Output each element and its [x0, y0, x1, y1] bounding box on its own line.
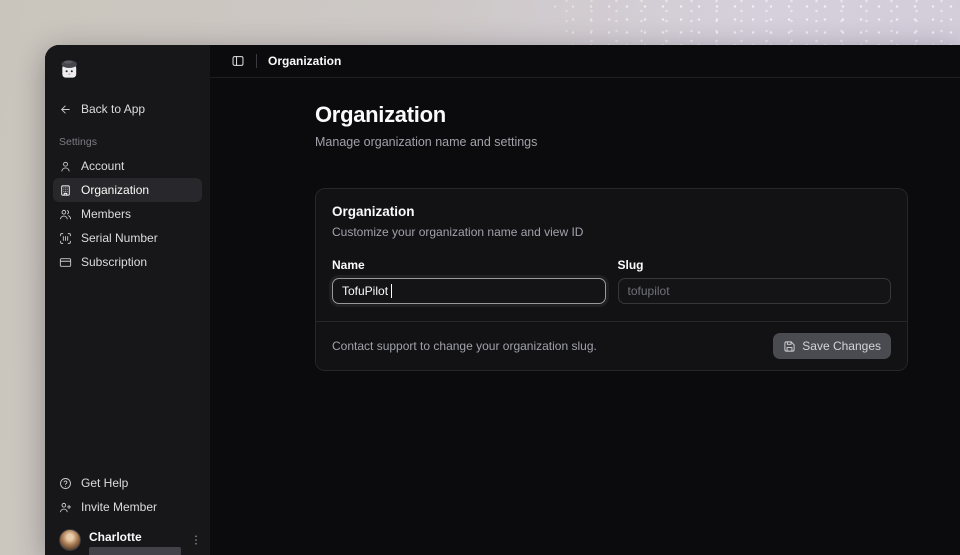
user-plus-icon: [60, 502, 72, 512]
page-title: Organization: [315, 102, 446, 127]
name-label: Name: [332, 258, 365, 272]
arrow-left-icon: [61, 105, 70, 113]
page-content: Organization Manage organization name an…: [210, 78, 960, 371]
organization-card: Organization Customize your organization…: [315, 188, 908, 371]
slug-label: Slug: [617, 258, 644, 272]
sidebar-item-organization[interactable]: Organization: [53, 178, 202, 202]
slug-field-group: Slug: [617, 258, 891, 304]
tofupilot-logo-icon: [58, 58, 81, 81]
user-icon: [61, 161, 70, 171]
slug-input[interactable]: [617, 278, 891, 304]
save-changes-label: Save Changes: [802, 339, 881, 353]
topbar: Organization: [210, 45, 960, 78]
save-changes-button[interactable]: Save Changes: [773, 333, 891, 359]
name-field-group: Name: [332, 258, 606, 304]
help-circle-icon: [60, 477, 71, 489]
main-panel: Organization Organization Manage organiz…: [210, 45, 960, 555]
sidebar-item-subscription[interactable]: Subscription: [53, 250, 202, 274]
users-icon: [60, 209, 71, 219]
sidebar-item-members[interactable]: Members: [53, 202, 202, 226]
settings-nav: Account Organization Members Serial Numb…: [53, 154, 202, 274]
sidebar-footer: Get Help Invite Member Charlotte: [53, 471, 202, 555]
user-name: Charlotte: [89, 530, 142, 544]
settings-section-label: Settings: [59, 136, 97, 148]
back-to-app-label: Back to App: [81, 102, 146, 116]
card-title: Organization: [332, 204, 415, 219]
footer-note: Contact support to change your organizat…: [332, 339, 597, 353]
name-input[interactable]: [332, 278, 606, 304]
sidebar-item-account[interactable]: Account: [53, 154, 202, 178]
user-subtext-clipped: [89, 547, 181, 555]
avatar: [59, 529, 81, 551]
building-icon: [61, 184, 70, 196]
user-menu[interactable]: Charlotte: [53, 529, 202, 555]
card-subtitle: Customize your organization name and vie…: [332, 225, 584, 239]
text-cursor: [391, 284, 392, 298]
invite-member-button[interactable]: Invite Member: [53, 495, 202, 519]
save-icon: [784, 340, 795, 352]
user-menu-kebab-button[interactable]: [189, 529, 203, 552]
scan-barcode-icon: [60, 232, 71, 244]
breadcrumb: Organization: [268, 54, 342, 68]
ellipsis-vertical-icon: [195, 535, 197, 545]
settings-sidebar: Back to App Settings Account Organizatio…: [45, 45, 210, 555]
back-to-app-button[interactable]: Back to App: [53, 98, 202, 120]
topbar-divider: [256, 54, 257, 68]
panel-left-toggle-icon[interactable]: [231, 54, 245, 68]
get-help-button[interactable]: Get Help: [53, 471, 202, 495]
page-subtitle: Manage organization name and settings: [315, 135, 538, 149]
app-window: Back to App Settings Account Organizatio…: [45, 45, 960, 555]
credit-card-icon: [59, 257, 72, 267]
sidebar-item-serial-number[interactable]: Serial Number: [53, 226, 202, 250]
card-footer: Contact support to change your organizat…: [316, 321, 907, 370]
